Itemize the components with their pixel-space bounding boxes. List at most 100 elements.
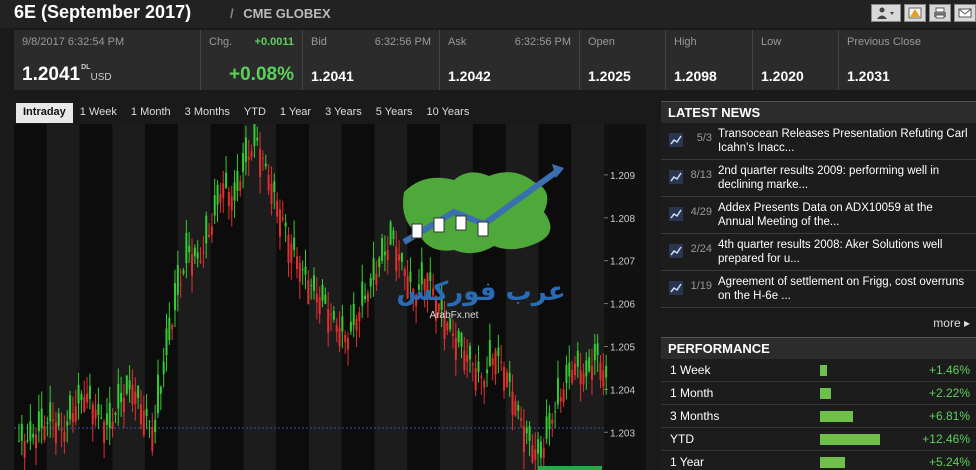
candle-body <box>52 419 55 421</box>
candle-body <box>551 419 554 424</box>
tab-3-months[interactable]: 3 Months <box>178 103 237 123</box>
candle-body <box>270 183 273 204</box>
candle-body <box>480 376 483 378</box>
candle-body <box>128 380 131 390</box>
candle-body <box>247 156 250 160</box>
candle-body <box>327 308 330 333</box>
candle-body <box>539 441 542 458</box>
divider: / <box>230 6 234 21</box>
candle-body <box>488 340 491 366</box>
candle-body <box>341 316 344 332</box>
candle-body <box>602 370 605 387</box>
chart-band <box>571 124 604 470</box>
y-tick-label: 1.206 <box>610 300 635 311</box>
candle-body <box>244 137 247 163</box>
watermark-house <box>477 221 489 237</box>
news-item[interactable]: 2/24 4th quarter results 2008: Aker Solut… <box>661 234 976 271</box>
change-abs: +0.0011 <box>254 36 294 48</box>
news-headline[interactable]: Addex Presents Data on ADX10059 at the A… <box>718 201 968 229</box>
tab-5-years[interactable]: 5 Years <box>369 103 420 123</box>
candle-body <box>80 394 83 401</box>
candle-body <box>378 258 381 268</box>
candle-body <box>165 328 168 356</box>
chart-band <box>177 124 211 470</box>
email-icon[interactable] <box>954 4 976 22</box>
candle-body <box>253 124 256 146</box>
news-headline[interactable]: 2nd quarter results 2009: performing wel… <box>718 164 968 192</box>
alert-icon[interactable] <box>904 4 926 22</box>
candle-body <box>446 322 449 331</box>
tab-1-month[interactable]: 1 Month <box>124 103 178 123</box>
latest-news-panel: LATEST NEWS 5/3 Transocean Releases Prese… <box>661 101 976 308</box>
candle-body <box>372 258 375 280</box>
low-value: 1.2020 <box>761 68 804 84</box>
candle-body <box>573 363 576 376</box>
candle-body <box>295 256 298 270</box>
candle-body <box>528 426 531 441</box>
news-date: 2/24 <box>690 243 712 255</box>
candle-body <box>281 217 284 220</box>
news-headline[interactable]: Transocean Releases Presentation Refutin… <box>718 127 968 155</box>
candle-body <box>66 421 69 426</box>
candle-body <box>284 222 287 227</box>
news-chart-icon <box>669 170 683 184</box>
chart-band <box>341 124 375 470</box>
news-date: 5/3 <box>696 132 712 144</box>
last-price-unit: USD <box>90 72 112 83</box>
user-menu-icon[interactable] <box>871 4 901 22</box>
more-news-link[interactable]: more ▸ <box>661 316 976 332</box>
high-value: 1.2098 <box>674 68 717 84</box>
candle-body <box>332 311 335 320</box>
candle-body <box>352 303 355 326</box>
performance-bar <box>820 388 831 399</box>
performance-row: 1 Week +1.46% <box>661 359 976 382</box>
news-item[interactable]: 8/13 2nd quarter results 2009: performing… <box>661 160 976 197</box>
tab-10-years[interactable]: 10 Years <box>420 103 477 123</box>
candle-body <box>605 365 608 378</box>
y-tick-label: 1.207 <box>610 257 635 268</box>
candle-body <box>162 361 165 375</box>
candle-body <box>57 413 60 426</box>
candle-body <box>137 385 140 398</box>
news-item[interactable]: 5/3 Transocean Releases Presentation Refu… <box>661 123 976 160</box>
candle-body <box>63 432 66 442</box>
print-icon[interactable] <box>929 4 951 22</box>
candle-body <box>554 411 557 413</box>
candle-body <box>256 137 259 141</box>
news-item[interactable]: 4/29 Addex Presents Data on ADX10059 at t… <box>661 197 976 234</box>
candle-body <box>364 295 367 300</box>
candle-body <box>474 367 477 391</box>
tab-ytd[interactable]: YTD <box>237 103 273 123</box>
candle-body <box>227 192 230 206</box>
candle-body <box>469 345 472 360</box>
candle-body <box>188 245 191 253</box>
candle-body <box>355 318 358 331</box>
last-price-sup: DL <box>81 64 91 71</box>
candle-body <box>171 325 174 330</box>
candle-body <box>222 183 225 198</box>
candle-body <box>202 252 205 254</box>
candle-body <box>310 284 313 286</box>
candle-body <box>103 421 106 444</box>
candle-body <box>298 262 301 282</box>
high-label: High <box>674 36 697 48</box>
news-headline[interactable]: Agreement of settlement on Frigg, cost o… <box>718 275 968 303</box>
candle-body <box>537 439 540 454</box>
candle-body <box>460 332 463 347</box>
bid-cell: Bid 6:32:56 PM 1.2041 <box>303 30 440 90</box>
candle-body <box>191 254 194 276</box>
tab-1-week[interactable]: 1 Week <box>73 103 124 123</box>
y-tick-label: 1.204 <box>610 385 635 396</box>
chart-band <box>46 124 80 470</box>
tab-intraday[interactable]: Intraday <box>16 103 73 123</box>
y-tick-label: 1.205 <box>610 342 635 353</box>
tab-1-year[interactable]: 1 Year <box>273 103 318 123</box>
candle-body <box>49 402 52 422</box>
candle-body <box>571 370 574 383</box>
news-headline[interactable]: 4th quarter results 2008: Aker Solutions… <box>718 238 968 266</box>
candle-body <box>210 226 213 235</box>
news-item[interactable]: 1/19 Agreement of settlement on Frigg, co… <box>661 271 976 308</box>
candle-body <box>60 429 63 431</box>
tab-3-years[interactable]: 3 Years <box>318 103 369 123</box>
y-tick-label: 1.208 <box>610 214 635 225</box>
